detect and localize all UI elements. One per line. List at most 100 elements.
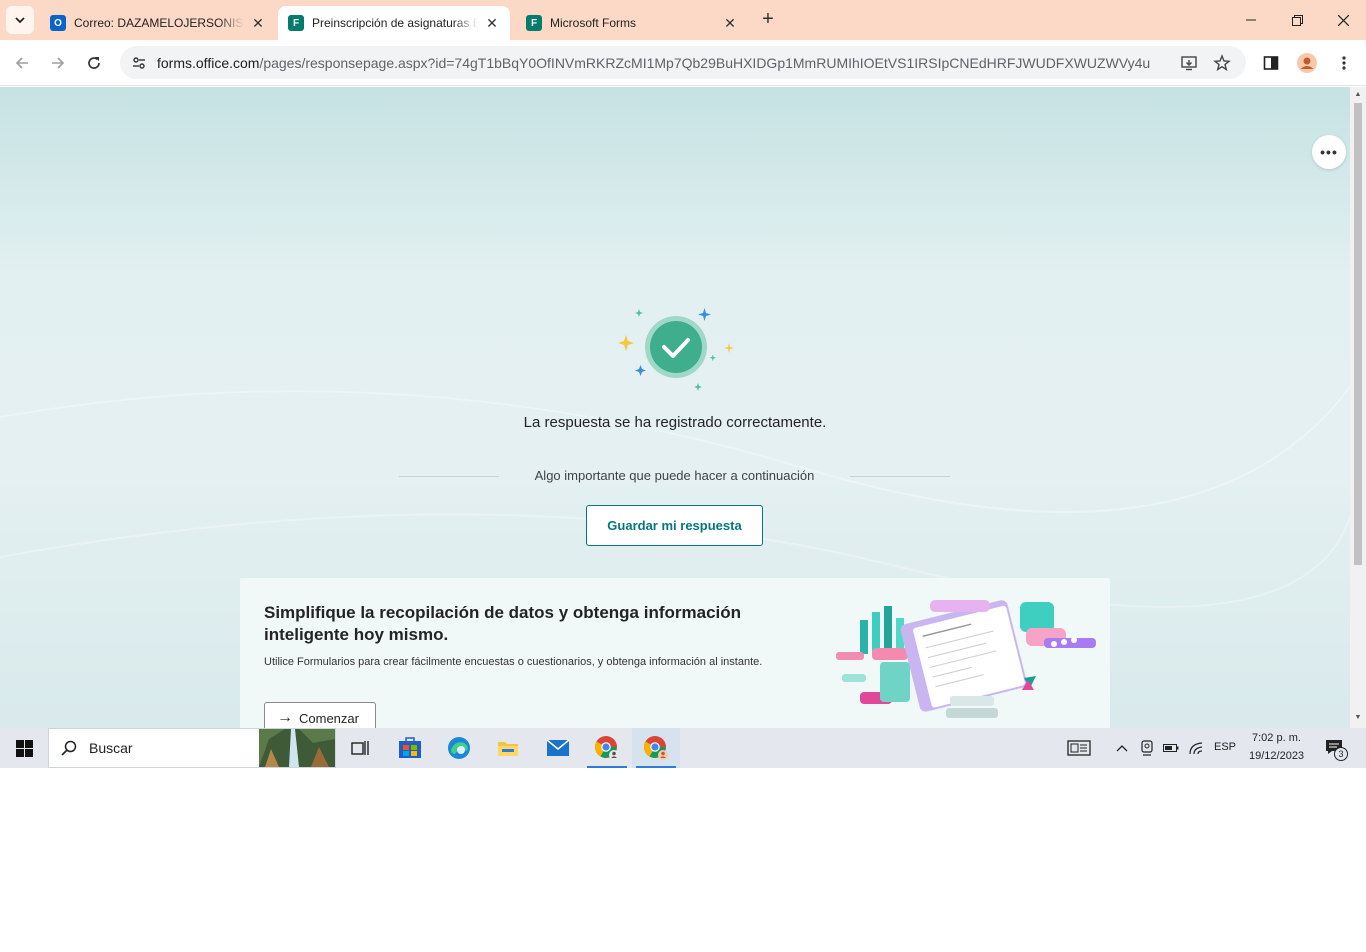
next-step-divider: Algo importante que puede hacer a contin… <box>399 467 950 487</box>
task-view-button[interactable] <box>340 728 380 768</box>
store-icon <box>399 737 421 758</box>
scrollbar-thumb[interactable] <box>1354 103 1362 565</box>
save-response-button[interactable]: Guardar mi respuesta <box>586 505 763 546</box>
install-app-icon[interactable] <box>1179 53 1199 73</box>
more-options-button[interactable]: ••• <box>1312 135 1346 169</box>
side-panel-icon <box>1263 56 1279 70</box>
restore-button[interactable] <box>1274 0 1320 40</box>
new-tab-button[interactable]: + <box>756 8 780 32</box>
chrome-window-button[interactable] <box>587 728 627 768</box>
chrome-icon <box>595 736 619 760</box>
battery-button[interactable] <box>1161 728 1181 768</box>
network-button[interactable] <box>1186 728 1206 768</box>
tab-outlook[interactable]: O Correo: DAZAMELOJERSONISRA ✕ <box>40 6 276 40</box>
start-button[interactable]: → Comenzar <box>264 702 376 728</box>
back-button[interactable] <box>8 49 36 77</box>
start-menu-button[interactable] <box>0 728 48 768</box>
forms-icon: F <box>526 15 542 31</box>
folder-icon <box>498 742 518 756</box>
taskbar-search-box[interactable]: Buscar <box>48 728 336 768</box>
microsoft-store-button[interactable] <box>390 728 430 768</box>
success-check-icon <box>618 308 734 391</box>
divider-line <box>850 476 950 477</box>
forms-promo-card: Simplifique la recopilación de datos y o… <box>240 578 1110 728</box>
news-icon <box>1067 740 1091 756</box>
more-options-label: ••• <box>1320 144 1338 160</box>
edge-icon <box>448 737 470 759</box>
promo-body: Utilice Formularios para crear fácilment… <box>264 656 763 668</box>
profile-avatar[interactable] <box>1295 51 1319 75</box>
screen: O Correo: DAZAMELOJERSONISRA ✕ F Preinsc… <box>0 0 1366 768</box>
active-app-indicator <box>587 766 627 768</box>
arrow-left-icon <box>15 57 28 69</box>
forward-button[interactable] <box>44 49 72 77</box>
chrome-icon <box>644 736 668 760</box>
browser-tab-strip: O Correo: DAZAMELOJERSONISRA ✕ F Preinsc… <box>0 0 1366 40</box>
windows-logo-icon <box>15 739 33 757</box>
windows-taskbar: Buscar ESP 7:02 p. m. 19/12/2023 3 <box>0 728 1366 768</box>
kebab-menu-icon <box>1342 56 1346 70</box>
notifications-button[interactable]: 3 <box>1318 728 1352 768</box>
outlook-icon: O <box>50 15 66 31</box>
close-icon[interactable]: ✕ <box>722 15 738 32</box>
edge-browser-button[interactable] <box>439 728 479 768</box>
site-info-icon[interactable] <box>128 52 150 74</box>
arrow-right-icon <box>52 57 65 69</box>
forms-icon: F <box>288 15 304 31</box>
search-icon <box>61 740 77 756</box>
task-view-icon <box>351 741 369 755</box>
camera-icon <box>1141 740 1153 756</box>
side-panel-button[interactable] <box>1259 51 1283 75</box>
url-host: forms.office.com <box>157 55 260 71</box>
notification-count-badge: 3 <box>1334 747 1348 761</box>
tab-title: Preinscripción de asignaturas El <box>312 16 478 30</box>
reload-icon <box>88 57 100 69</box>
close-icon[interactable]: ✕ <box>484 15 500 32</box>
tab-preinscripcion[interactable]: F Preinscripción de asignaturas El ✕ <box>278 6 510 40</box>
battery-icon <box>1163 744 1179 752</box>
minimize-icon <box>1246 19 1256 21</box>
profile-icon <box>1297 53 1317 73</box>
close-window-button[interactable] <box>1320 0 1366 40</box>
show-hidden-icons-button[interactable] <box>1112 728 1132 768</box>
tab-title: Correo: DAZAMELOJERSONISRA <box>74 16 244 30</box>
close-icon <box>1337 14 1349 26</box>
mail-button[interactable] <box>538 728 578 768</box>
chevron-up-icon <box>1116 745 1128 752</box>
input-language[interactable]: ESP <box>1214 741 1236 753</box>
browser-toolbar: forms.office.com/pages/responsepage.aspx… <box>0 40 1366 86</box>
tab-microsoft-forms[interactable]: F Microsoft Forms ✕ <box>516 6 748 40</box>
page-scrollbar[interactable]: ▲ ▼ <box>1350 87 1366 728</box>
url-text: forms.office.com/pages/responsepage.aspx… <box>157 55 1150 71</box>
wifi-icon <box>1189 742 1203 755</box>
bookmark-star-icon[interactable] <box>1212 53 1232 73</box>
close-icon[interactable]: ✕ <box>250 15 266 32</box>
promo-heading: Simplifique la recopilación de datos y o… <box>264 603 742 644</box>
meet-now-button[interactable] <box>1137 728 1157 768</box>
start-button-label: Comenzar <box>299 710 359 726</box>
tab-title: Microsoft Forms <box>550 16 637 30</box>
success-message: La respuesta se ha registrado correctame… <box>523 414 827 431</box>
reload-button[interactable] <box>80 49 108 77</box>
clock-time[interactable]: 7:02 p. m. <box>1252 732 1301 744</box>
file-explorer-button[interactable] <box>488 728 528 768</box>
tab-search-button[interactable] <box>6 6 34 34</box>
active-app-indicator <box>636 766 676 768</box>
address-bar[interactable]: forms.office.com/pages/responsepage.aspx… <box>120 46 1246 79</box>
mail-icon <box>546 739 570 756</box>
chevron-down-icon <box>15 17 25 24</box>
news-widget-button[interactable] <box>1064 728 1094 768</box>
browser-menu-button[interactable] <box>1332 51 1356 75</box>
forms-illustration <box>836 600 1096 718</box>
minimize-button[interactable] <box>1228 0 1274 40</box>
scroll-down-icon[interactable]: ▼ <box>1354 714 1362 722</box>
scroll-up-icon[interactable]: ▲ <box>1354 91 1362 99</box>
arrow-right-icon: → <box>277 709 293 726</box>
restore-icon <box>1291 14 1303 26</box>
clock-date[interactable]: 19/12/2023 <box>1249 750 1304 762</box>
url-path: /pages/responsepage.aspx?id=74gT1bBqY0Of… <box>259 55 1151 71</box>
chrome-window-button-active[interactable] <box>632 728 680 768</box>
search-highlight-image <box>259 729 335 767</box>
taskbar-search-placeholder: Buscar <box>89 740 133 756</box>
forms-response-page: ••• La respuesta se ha registrado correc… <box>0 87 1350 728</box>
